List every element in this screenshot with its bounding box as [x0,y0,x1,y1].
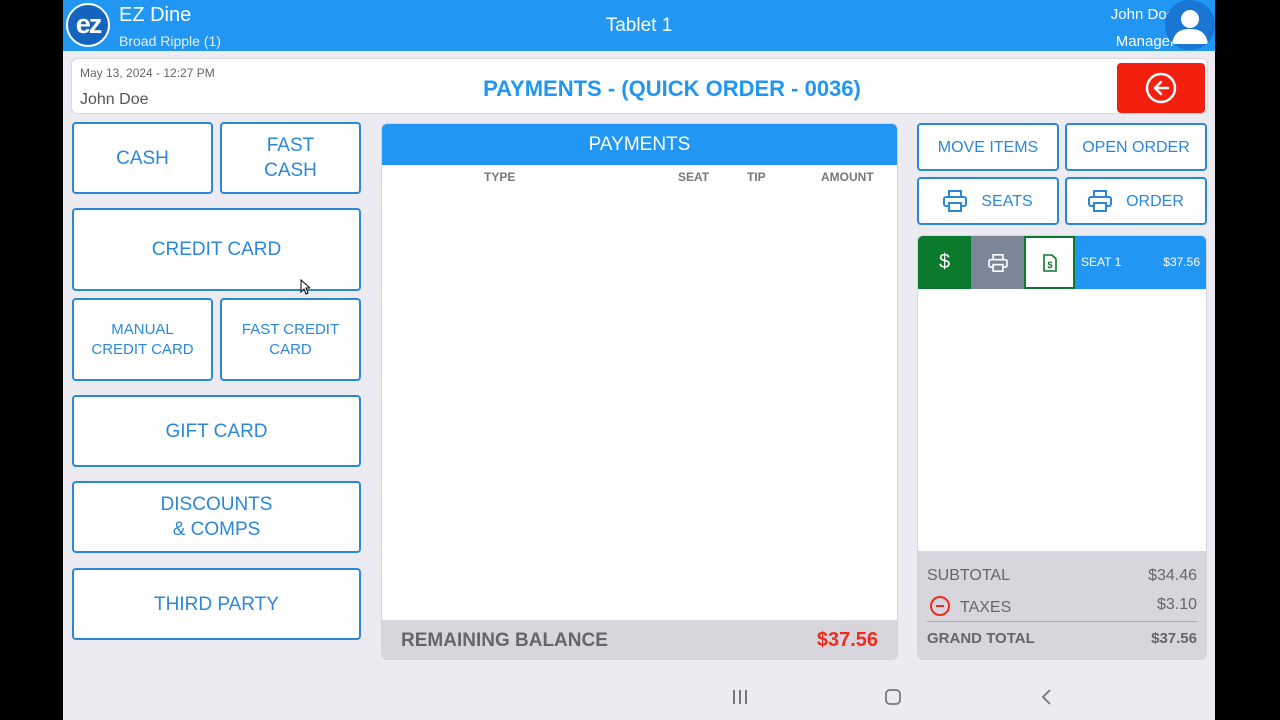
print-order-button[interactable]: ORDER [1065,177,1207,225]
seat-print-button[interactable] [971,236,1024,289]
home-icon[interactable] [884,687,902,707]
column-tip: TIP [747,170,766,184]
subtotal-label: SUBTOTAL [927,567,1010,584]
top-bar: ez EZ Dine Broad Ripple (1) Tablet 1 Joh… [63,0,1215,51]
totals-divider [927,621,1197,622]
recent-apps-icon[interactable] [732,687,748,707]
user-role: Manager [1115,33,1175,50]
printer-icon [987,253,1008,272]
remaining-balance-label: REMAINING BALANCE [401,630,608,651]
seat-amount: $37.56 [1163,255,1200,269]
svg-text:$: $ [1047,260,1052,270]
taxes-label: TAXES [960,599,1012,616]
grand-total-row: GRAND TOTAL $37.56 [927,630,1197,647]
device-name: Tablet 1 [605,15,673,36]
system-nav-bar [63,675,1215,720]
receipt-icon: $ [1042,253,1057,272]
payments-panel: PAYMENTS TYPE SEAT TIP AMOUNT REMAINING … [381,123,898,660]
column-type: TYPE [484,170,516,184]
third-party-button[interactable]: THIRD PARTY [72,568,361,640]
pos-app: ez EZ Dine Broad Ripple (1) Tablet 1 Joh… [63,0,1215,720]
fast-cash-button[interactable]: FAST CASH [220,122,361,194]
grand-total-label: GRAND TOTAL [927,630,1035,647]
open-order-button[interactable]: OPEN ORDER [1065,123,1207,171]
column-seat: SEAT [678,170,710,184]
seat-name: SEAT 1 [1081,255,1122,269]
discounts-comps-button[interactable]: DISCOUNTS & COMPS [72,481,361,553]
print-seats-button[interactable]: SEATS [917,177,1059,225]
printer-icon [1088,190,1113,212]
manual-credit-card-button[interactable]: MANUAL CREDIT CARD [72,298,213,381]
printer-icon [943,190,968,212]
back-button[interactable] [1117,63,1205,113]
seat-row[interactable]: $ $ SEAT 1 $37.56 [918,236,1206,289]
remaining-balance-bar: REMAINING BALANCE $37.56 [382,620,897,659]
print-seats-label: SEATS [981,192,1033,210]
print-order-label: ORDER [1126,192,1184,210]
seats-panel: $ $ SEAT 1 $37.56 SUBTOTAL $34.46 TAXES … [917,235,1207,660]
subtotal-row: SUBTOTAL $34.46 [927,567,1197,585]
back-arrow-icon [1145,72,1177,104]
subtotal-value: $34.46 [1148,567,1197,584]
move-items-button[interactable]: MOVE ITEMS [917,123,1059,171]
grand-total-value: $37.56 [1151,630,1197,647]
order-header: May 13, 2024 - 12:27 PM John Doe PAYMENT… [71,58,1208,114]
payments-header: PAYMENTS [382,124,897,165]
taxes-value: $3.10 [1156,596,1197,613]
column-amount: AMOUNT [821,170,874,184]
page-title: PAYMENTS - (QUICK ORDER - 0036) [483,76,861,101]
credit-card-button[interactable]: CREDIT CARD [72,208,361,291]
taxes-row: TAXES $3.10 [927,596,1197,617]
order-totals: SUBTOTAL $34.46 TAXES $3.10 GRAND TOTAL … [918,551,1206,659]
seat-pay-button[interactable]: $ [918,236,971,289]
remaining-balance-value: $37.56 [816,629,878,651]
seat-receipt-button[interactable]: $ [1024,236,1075,289]
minus-circle-icon[interactable] [930,596,950,616]
user-avatar-icon[interactable] [1165,0,1215,50]
fast-credit-card-button[interactable]: FAST CREDIT CARD [220,298,361,381]
nav-back-icon[interactable] [1040,687,1054,707]
gift-card-button[interactable]: GIFT CARD [72,395,361,467]
cash-button[interactable]: CASH [72,122,213,194]
mouse-cursor-icon [300,279,310,295]
